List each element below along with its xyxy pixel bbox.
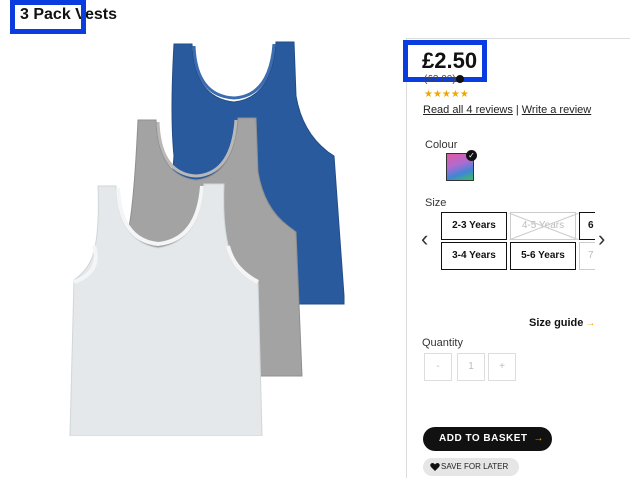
size-option[interactable]: 2-3 Years (441, 212, 507, 240)
size-option-unavailable[interactable]: 7 (579, 242, 595, 270)
quantity-decrease-button[interactable]: - (424, 353, 452, 381)
add-to-basket-label: ADD TO BASKET (439, 433, 528, 444)
size-guide-label: Size guide (529, 317, 584, 329)
size-option-unavailable[interactable]: 4-5 Years (509, 212, 579, 241)
read-reviews-link[interactable]: Read all 4 reviews (423, 104, 513, 116)
save-for-later-button[interactable]: SAVE FOR LATER (423, 458, 519, 476)
rating-stars: ★★★★★ (424, 89, 469, 100)
check-icon: ✓ (466, 150, 477, 161)
colour-label: Colour (425, 139, 458, 151)
chevron-right-icon[interactable]: › (598, 226, 605, 252)
add-to-basket-button[interactable]: ADD TO BASKET → (423, 427, 552, 451)
quantity-input[interactable]: 1 (457, 353, 485, 381)
size-option-label: 2-3 Years (452, 220, 496, 231)
arrow-right-icon: → (585, 318, 596, 329)
size-label: Size (425, 197, 447, 209)
size-option-label: 3-4 Years (452, 250, 496, 261)
size-option[interactable]: 3-4 Years (441, 242, 507, 270)
size-option[interactable]: 6 (579, 212, 595, 240)
chevron-left-icon[interactable]: ‹ (421, 226, 428, 252)
heart-icon (430, 463, 440, 471)
product-image (69, 41, 345, 436)
reviews-separator: | (515, 104, 519, 116)
info-icon[interactable] (456, 75, 464, 83)
size-option-label: 5-6 Years (521, 250, 565, 261)
write-review-link[interactable]: Write a review (522, 104, 591, 116)
size-option[interactable]: 5-6 Years (510, 242, 576, 270)
highlight-box-title (10, 0, 86, 34)
size-guide-link[interactable]: Size guide → (529, 317, 595, 329)
save-for-later-label: SAVE FOR LATER (441, 462, 509, 471)
quantity-increase-button[interactable]: + (488, 353, 516, 381)
size-option-label: 7 (588, 250, 594, 261)
size-option-label: 6 (588, 220, 594, 231)
was-price: (£3.00) (424, 74, 456, 85)
quantity-label: Quantity (422, 337, 463, 349)
arrow-right-icon: → (533, 433, 545, 444)
reviews-links: Read all 4 reviews | Write a review (423, 104, 591, 116)
